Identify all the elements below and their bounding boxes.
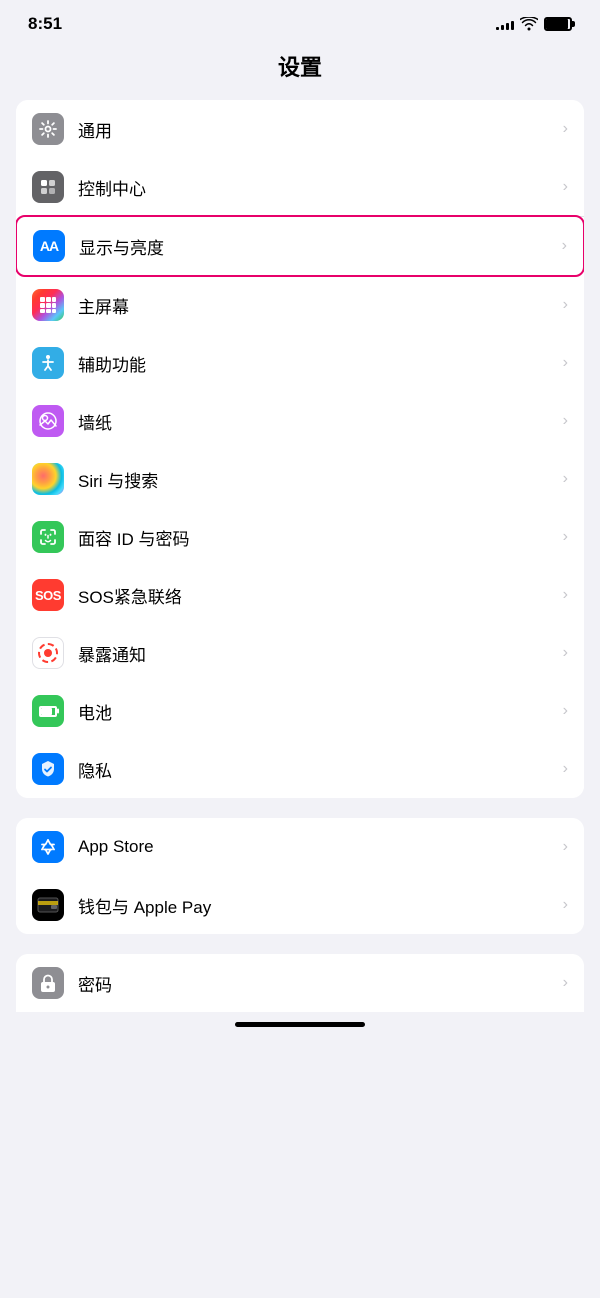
wifi-icon (520, 17, 538, 31)
general-chevron: › (563, 120, 568, 138)
faceid-label: 面容 ID 与密码 (78, 525, 563, 550)
settings-item-display[interactable]: AA 显示与亮度 › (16, 215, 584, 277)
settings-item-siri[interactable]: Siri 与搜索 › (16, 450, 584, 508)
battery-label: 电池 (78, 699, 563, 724)
faceid-icon (32, 521, 64, 553)
settings-item-homescreen[interactable]: 主屏幕 › (16, 276, 584, 334)
settings-item-privacy[interactable]: 隐私 › (16, 740, 584, 798)
exposure-icon (32, 637, 64, 669)
control-center-chevron: › (563, 178, 568, 196)
appstore-chevron: › (563, 838, 568, 856)
general-label: 通用 (78, 117, 563, 142)
accessibility-chevron: › (563, 354, 568, 372)
exposure-label: 暴露通知 (78, 641, 563, 666)
password-chevron: › (563, 974, 568, 992)
siri-label: Siri 与搜索 (78, 467, 563, 492)
settings-item-wallet[interactable]: 钱包与 Apple Pay › (16, 876, 584, 934)
settings-item-general[interactable]: 通用 › (16, 100, 584, 158)
appstore-icon (32, 831, 64, 863)
settings-item-faceid[interactable]: 面容 ID 与密码 › (16, 508, 584, 566)
display-icon: AA (33, 230, 65, 262)
sos-label: SOS紧急联络 (78, 583, 563, 608)
wallpaper-label: 墙纸 (78, 409, 563, 434)
settings-group-2: App Store › 钱包与 Apple Pay › (16, 818, 584, 934)
display-chevron: › (562, 237, 567, 255)
privacy-chevron: › (563, 760, 568, 778)
settings-item-appstore[interactable]: App Store › (16, 818, 584, 876)
faceid-chevron: › (563, 528, 568, 546)
settings-item-control-center[interactable]: 控制中心 › (16, 158, 584, 216)
settings-item-wallpaper[interactable]: 墙纸 › (16, 392, 584, 450)
homescreen-label: 主屏幕 (78, 293, 563, 318)
wallet-chevron: › (563, 896, 568, 914)
privacy-icon (32, 753, 64, 785)
privacy-label: 隐私 (78, 757, 563, 782)
general-icon (32, 113, 64, 145)
wallet-icon (32, 889, 64, 921)
homescreen-chevron: › (563, 296, 568, 314)
siri-chevron: › (563, 470, 568, 488)
exposure-chevron: › (563, 644, 568, 662)
signal-icon (496, 18, 514, 30)
status-time: 8:51 (28, 14, 62, 34)
homescreen-icon (32, 289, 64, 321)
settings-item-password[interactable]: 密码 › (16, 954, 584, 1012)
settings-item-sos[interactable]: SOS SOS紧急联络 › (16, 566, 584, 624)
wallpaper-icon (32, 405, 64, 437)
wallpaper-chevron: › (563, 412, 568, 430)
settings-group-1: 通用 › 控制中心 › AA 显示与亮度 › (16, 100, 584, 798)
control-center-label: 控制中心 (78, 175, 563, 200)
settings-item-battery[interactable]: 电池 › (16, 682, 584, 740)
display-label: 显示与亮度 (79, 234, 562, 259)
sos-icon: SOS (32, 579, 64, 611)
settings-item-accessibility[interactable]: 辅助功能 › (16, 334, 584, 392)
battery-chevron: › (563, 702, 568, 720)
status-icons (496, 17, 572, 31)
status-bar: 8:51 (0, 0, 600, 42)
control-center-icon (32, 171, 64, 203)
page-title: 设置 (0, 42, 600, 100)
password-label: 密码 (78, 971, 563, 996)
siri-icon (32, 463, 64, 495)
battery-status-icon (544, 17, 572, 31)
wallet-label: 钱包与 Apple Pay (78, 893, 563, 918)
settings-group-3: 密码 › (16, 954, 584, 1012)
battery-list-icon (32, 695, 64, 727)
settings-item-exposure[interactable]: 暴露通知 › (16, 624, 584, 682)
accessibility-icon (32, 347, 64, 379)
password-icon (32, 967, 64, 999)
home-indicator (235, 1022, 365, 1027)
appstore-label: App Store (78, 837, 563, 857)
sos-chevron: › (563, 586, 568, 604)
accessibility-label: 辅助功能 (78, 351, 563, 376)
